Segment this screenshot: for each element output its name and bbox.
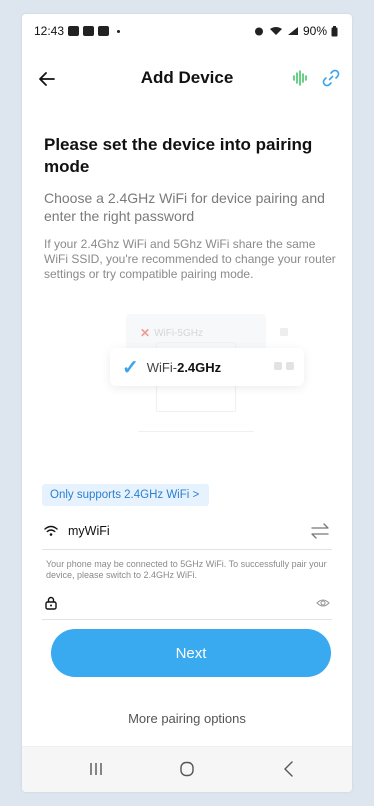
wifi-5ghz-lock-icon: [280, 328, 288, 336]
cross-icon: ✕: [140, 326, 151, 340]
switch-network-icon[interactable]: [310, 522, 330, 540]
more-notifications-icon: [117, 29, 121, 33]
ssid-notice: If your 2.4Ghz WiFi and 5Ghz WiFi share …: [44, 237, 336, 281]
app-notification-icon: [98, 26, 110, 36]
checkmark-icon: ✓: [122, 356, 139, 379]
wifi-24ghz-prefix: WiFi-: [146, 359, 178, 375]
password-field: [42, 590, 332, 620]
status-left: 12:43: [34, 24, 121, 38]
pairing-subheading: Choose a 2.4GHz WiFi for device pairing …: [44, 190, 325, 224]
password-input[interactable]: [68, 596, 288, 610]
more-pairing-options-link[interactable]: More pairing options: [22, 711, 352, 726]
wifi-5ghz-label: WiFi-5GHz: [154, 327, 203, 339]
laptop-base: [138, 412, 254, 432]
switch-network-hint: Your phone may be connected to 5GHz WiFi…: [46, 559, 327, 580]
supports-24ghz-label: Only supports 2.4GHz WiFi >: [50, 489, 200, 501]
wifi-24ghz-icons: [274, 362, 294, 370]
sound-wave-icon[interactable]: [292, 70, 308, 86]
wifi-icon: [44, 525, 58, 536]
back-nav-icon[interactable]: [282, 761, 294, 777]
signal-icon: [287, 27, 298, 35]
recents-icon[interactable]: [88, 761, 104, 777]
wifi-ssid-field: [42, 514, 332, 550]
pairing-heading: Please set the device into pairing mode: [44, 135, 313, 176]
system-nav-bar: [22, 746, 352, 792]
youtube-notification-icon: [83, 26, 95, 36]
wifi-mini-icon: [286, 362, 294, 370]
wifi-illustration: ✕ WiFi-5GHz ✓ WiFi-2.4GHz: [86, 312, 306, 442]
home-icon[interactable]: [179, 761, 195, 777]
show-password-eye-icon[interactable]: [316, 597, 330, 609]
lock-icon: [45, 596, 57, 610]
battery-percent: 90%: [302, 24, 327, 38]
lock-mini-icon: [274, 362, 282, 370]
gallery-notification-icon: [68, 26, 80, 36]
wifi-ssid-input[interactable]: [68, 524, 268, 538]
wifi-24ghz-card: ✓ WiFi-2.4GHz: [110, 348, 304, 386]
status-right: 90%: [253, 24, 338, 38]
alarm-icon: [254, 27, 263, 36]
status-time: 12:43: [34, 24, 65, 38]
status-bar: 12:43 90%: [22, 14, 352, 48]
supports-24ghz-pill[interactable]: Only supports 2.4GHz WiFi >: [42, 484, 210, 506]
next-button[interactable]: Next: [51, 629, 331, 677]
wifi-24ghz-band: 2.4GHz: [177, 359, 222, 375]
app-header: Add Device: [22, 58, 352, 98]
wifi-24ghz-label: WiFi-2.4GHz: [147, 360, 221, 375]
back-arrow-icon[interactable]: [36, 68, 58, 90]
wifi-status-icon: [269, 27, 282, 35]
phone-screen: 12:43 90% Add Device Please set the devi…: [22, 14, 352, 792]
battery-icon: [331, 25, 338, 36]
wifi-5ghz-row: ✕ WiFi-5GHz: [140, 326, 203, 340]
link-icon[interactable]: [322, 69, 340, 87]
